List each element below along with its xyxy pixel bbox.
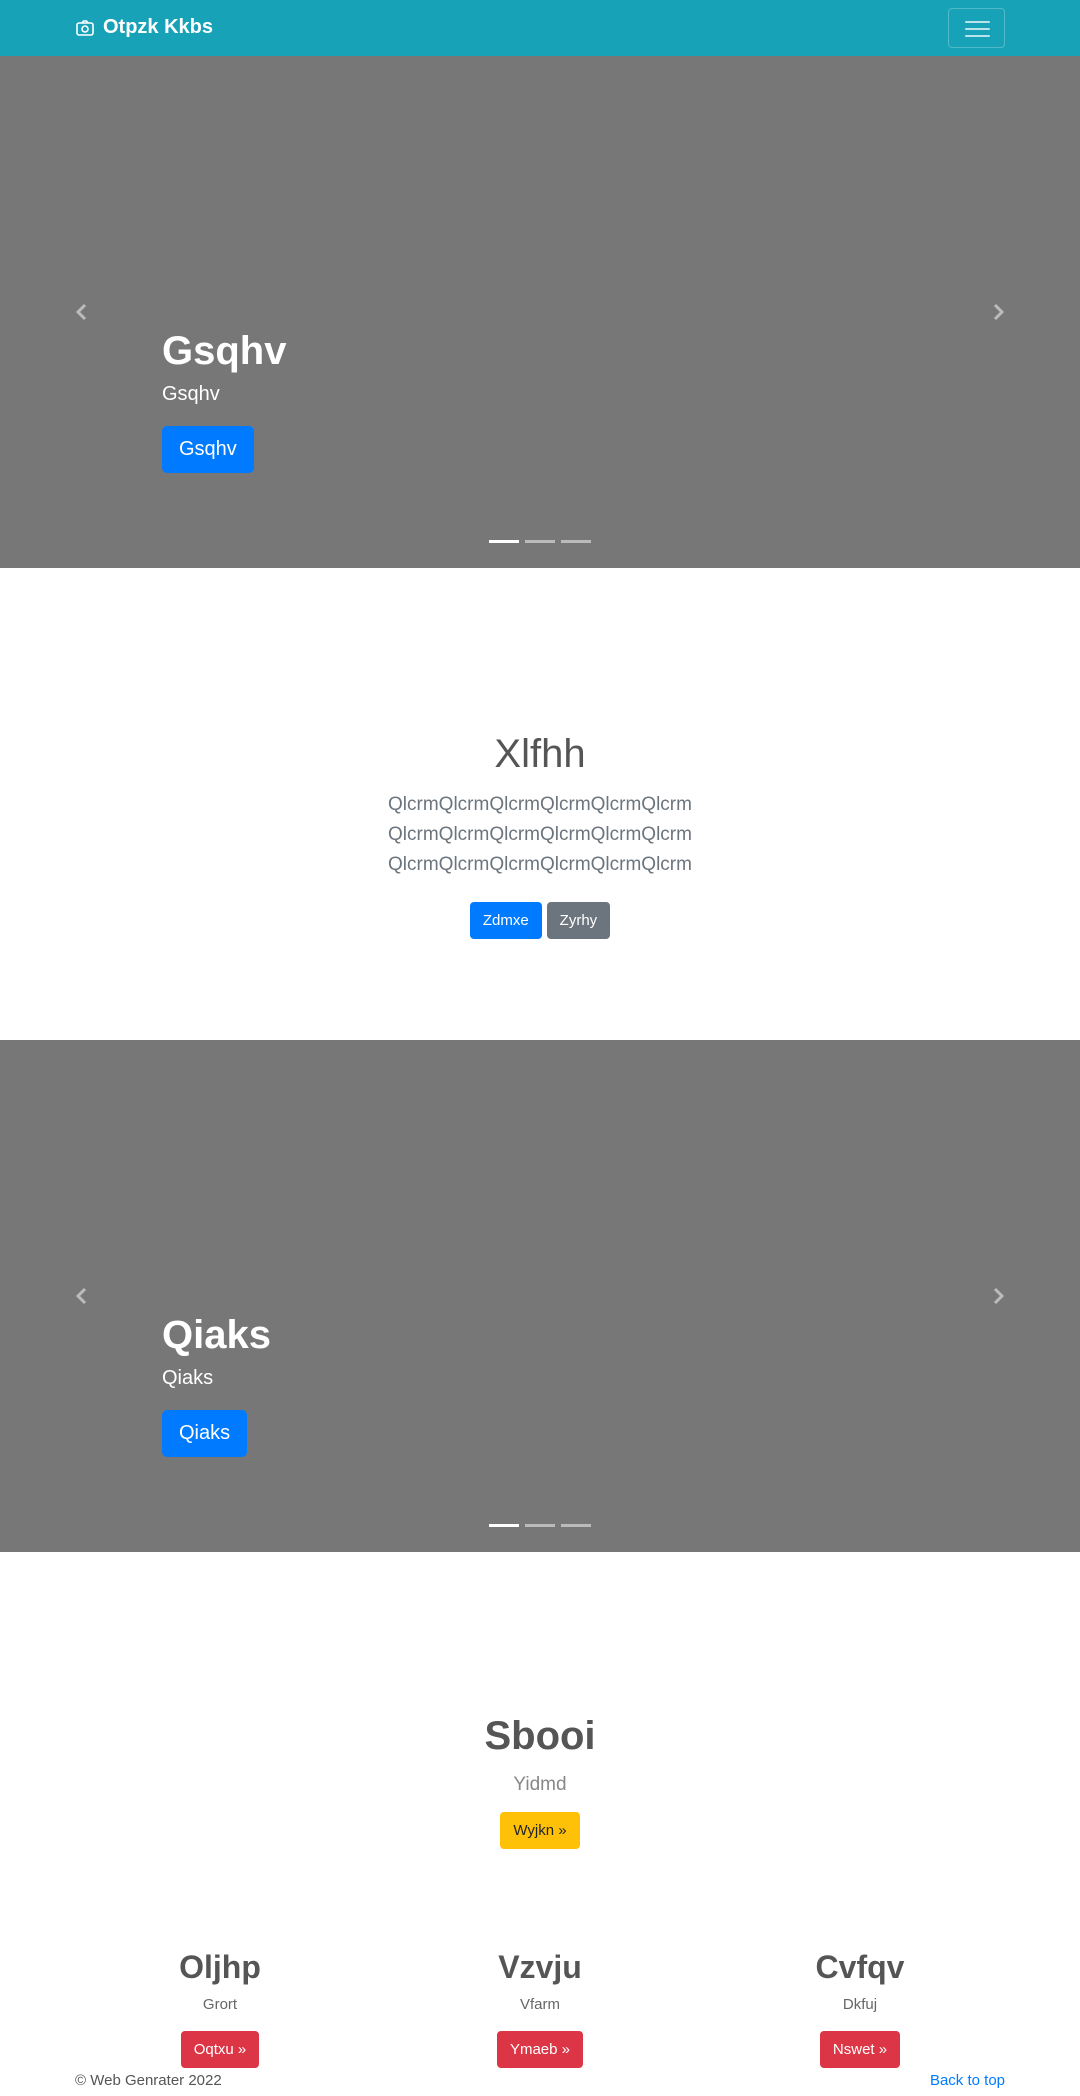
carousel-caption: Gsqhv Gsqhv Gsqhv xyxy=(162,328,286,473)
intro-secondary-button[interactable]: Zyrhy xyxy=(546,902,611,939)
carousel-title: Qiaks xyxy=(162,1313,271,1357)
carousel-indicator[interactable] xyxy=(561,540,591,543)
hamburger-icon-line xyxy=(965,35,990,37)
carousel-indicator[interactable] xyxy=(489,1524,519,1527)
carousel-cta-button[interactable]: Gsqhv xyxy=(162,426,254,473)
feature-column: Cvfqv Dkfuj Nswet » xyxy=(710,1948,1010,2068)
navbar-toggler-button[interactable] xyxy=(948,8,1005,48)
carousel-indicator[interactable] xyxy=(525,1524,555,1527)
intro-primary-button[interactable]: Zdmxe xyxy=(469,902,542,939)
column-text: Grort xyxy=(202,1996,238,2013)
feature-column: Vzvju Vfarm Ymaeb » xyxy=(390,1948,690,2068)
column-title: Vzvju xyxy=(498,1949,582,1985)
column-text: Dkfuj xyxy=(842,1996,878,2013)
footer-copyright: © Web Genrater 2022 xyxy=(75,2072,222,2089)
intro-lead-line: QlcrmQlcrmQlcrmQlcrmQlcrmQlcrm xyxy=(388,824,692,845)
carousel-subtitle: Qiaks xyxy=(162,1367,214,1389)
carousel-prev-button[interactable] xyxy=(72,302,92,322)
brand-link[interactable]: Otpzk Kkbs xyxy=(75,16,213,39)
column-button[interactable]: Nswet » xyxy=(819,2031,901,2068)
carousel-next-button[interactable] xyxy=(988,302,1008,322)
carousel-subtitle: Gsqhv xyxy=(162,383,220,405)
back-to-top-link[interactable]: Back to top xyxy=(930,2072,1005,2089)
intro-lead: QlcrmQlcrmQlcrmQlcrmQlcrmQlcrm QlcrmQlcr… xyxy=(0,790,1080,880)
carousel-next-button[interactable] xyxy=(988,1286,1008,1306)
navbar: Otpzk Kkbs xyxy=(0,0,1080,56)
feature-subtitle: Yidmd xyxy=(513,1774,567,1795)
carousel-prev-button[interactable] xyxy=(72,1286,92,1306)
carousel-indicators xyxy=(0,1524,1080,1527)
intro-title: Xlfhh xyxy=(494,732,586,776)
carousel-indicator[interactable] xyxy=(525,540,555,543)
carousel-indicators xyxy=(0,540,1080,543)
second-carousel: Qiaks Qiaks Qiaks xyxy=(0,1040,1080,1552)
chevron-left-icon xyxy=(75,1287,87,1305)
feature-title: Sbooi xyxy=(484,1714,596,1758)
brand-label: Otpzk Kkbs xyxy=(103,16,214,38)
chevron-right-icon xyxy=(993,1287,1005,1305)
carousel-indicator[interactable] xyxy=(561,1524,591,1527)
chevron-right-icon xyxy=(993,303,1005,321)
hero-carousel: Gsqhv Gsqhv Gsqhv xyxy=(0,56,1080,568)
carousel-title: Gsqhv xyxy=(162,329,287,373)
column-text: Vfarm xyxy=(519,1996,560,2013)
carousel-cta-button[interactable]: Qiaks xyxy=(162,1410,248,1457)
carousel-caption: Qiaks Qiaks Qiaks xyxy=(162,1312,271,1457)
feature-section: Sbooi Yidmd Wyjkn » Oljhp Grort Oqtxu » … xyxy=(0,1552,1080,2096)
column-button[interactable]: Ymaeb » xyxy=(496,2031,584,2068)
camera-icon xyxy=(76,19,94,36)
carousel-indicator[interactable] xyxy=(489,540,519,543)
column-title: Cvfqv xyxy=(815,1949,905,1985)
column-title: Oljhp xyxy=(179,1949,261,1985)
feature-column: Oljhp Grort Oqtxu » xyxy=(70,1948,370,2068)
intro-lead-line: QlcrmQlcrmQlcrmQlcrmQlcrmQlcrm xyxy=(388,854,692,875)
hamburger-icon-line xyxy=(965,28,990,30)
feature-button[interactable]: Wyjkn » xyxy=(500,1812,580,1849)
column-button[interactable]: Oqtxu » xyxy=(180,2031,260,2068)
chevron-left-icon xyxy=(75,303,87,321)
hamburger-icon xyxy=(965,21,990,23)
intro-section: Xlfhh QlcrmQlcrmQlcrmQlcrmQlcrmQlcrm Qlc… xyxy=(0,568,1080,1040)
intro-lead-line: QlcrmQlcrmQlcrmQlcrmQlcrmQlcrm xyxy=(388,794,692,815)
